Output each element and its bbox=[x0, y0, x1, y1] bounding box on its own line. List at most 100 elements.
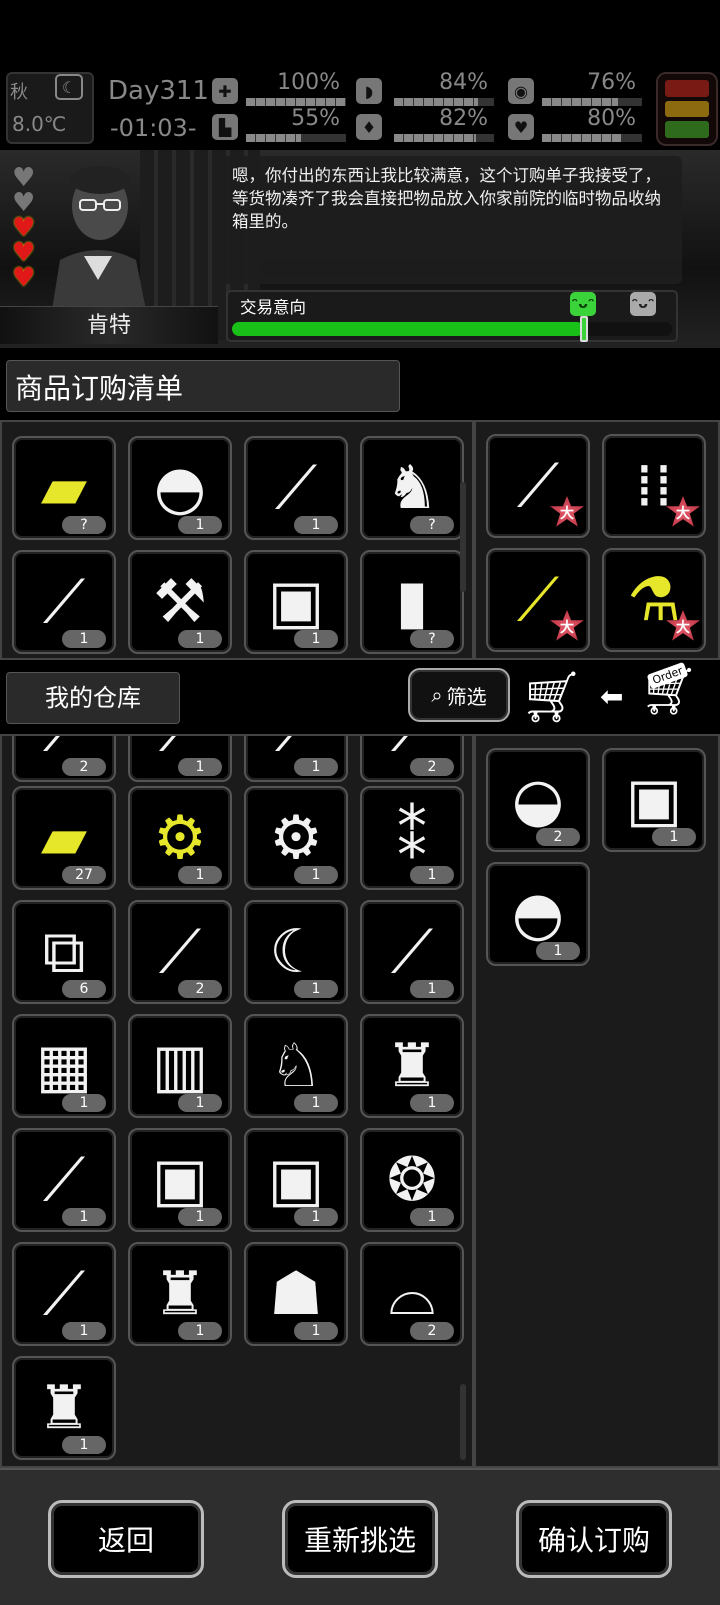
order-slot[interactable]: ⚒ 1 bbox=[128, 550, 232, 654]
selected-slot[interactable]: ▣ 1 bbox=[602, 748, 706, 852]
warehouse-slot[interactable]: ❂ 1 bbox=[360, 1128, 464, 1232]
order-slot[interactable]: ⚗ 大 bbox=[602, 548, 706, 652]
order-slot[interactable]: ▮? bbox=[360, 550, 464, 654]
order-left-scrollbar[interactable] bbox=[460, 482, 466, 592]
item-count: 1 bbox=[410, 980, 454, 998]
part-icon: ⟋ bbox=[391, 736, 433, 760]
warehouse-slot[interactable]: ▦ 1 bbox=[12, 1014, 116, 1118]
warehouse-slot[interactable]: ⟋1 bbox=[128, 736, 232, 782]
warehouse-slot[interactable]: ▥ 1 bbox=[128, 1014, 232, 1118]
selected-slot[interactable]: ◒ 2 bbox=[486, 748, 590, 852]
order-slot[interactable]: ⁞⁞ 大 bbox=[602, 434, 706, 538]
iron-icon: ◓ bbox=[153, 453, 207, 523]
warehouse-slot[interactable]: ♘ 1 bbox=[244, 1014, 348, 1118]
stat-stamina-value: 55% bbox=[291, 106, 340, 131]
hoodie-icon: ♜ bbox=[37, 1373, 91, 1443]
warehouse-slot[interactable]: ⟋1 bbox=[12, 1242, 116, 1346]
chainsaw-icon: ⟋ bbox=[391, 917, 433, 987]
item-count: 1 bbox=[178, 630, 222, 648]
order-slot[interactable]: ▣ 1 bbox=[244, 550, 348, 654]
warehouse-slot[interactable]: ⁑ 1 bbox=[360, 786, 464, 890]
order-slot[interactable]: ⟋ 1 bbox=[12, 550, 116, 654]
item-count: 1 bbox=[62, 1094, 106, 1112]
warehouse-slot[interactable]: ⟋1 bbox=[12, 1128, 116, 1232]
order-slot[interactable]: ▰? bbox=[12, 436, 116, 540]
warehouse-slot[interactable]: ⚙ 1 bbox=[244, 786, 348, 890]
stat-mood-value: 80% bbox=[587, 106, 636, 131]
danger-red-light bbox=[665, 80, 709, 97]
arrow-left-icon: ⬅ bbox=[600, 680, 624, 713]
npc-name: 肯特 bbox=[0, 306, 218, 344]
item-count: 1 bbox=[294, 516, 338, 534]
straw-hat-icon: ⌓ bbox=[388, 1259, 436, 1329]
back-button[interactable]: 返回 bbox=[48, 1500, 204, 1578]
order-slot[interactable]: ♞? bbox=[360, 436, 464, 540]
toolbox-icon: ⧉ bbox=[42, 917, 86, 987]
item-count: 1 bbox=[178, 1322, 222, 1340]
order-slot[interactable]: ⟋ 1 bbox=[244, 436, 348, 540]
warehouse-slot[interactable]: ⌓ 2 bbox=[360, 1242, 464, 1346]
stat-thirst-bar bbox=[394, 134, 494, 142]
danger-green-light bbox=[665, 121, 709, 139]
item-count: 1 bbox=[410, 866, 454, 884]
warehouse-scrollbar[interactable] bbox=[460, 1384, 466, 1460]
item-count: ? bbox=[410, 516, 454, 534]
search-icon: ⌕ bbox=[431, 683, 443, 707]
item-count: 1 bbox=[178, 1208, 222, 1226]
heart-full-icon: ♥ bbox=[12, 263, 36, 293]
warehouse-slot[interactable]: ▣ 1 bbox=[244, 1128, 348, 1232]
order-slot[interactable]: ⟋ 大 bbox=[486, 548, 590, 652]
tarp-icon: ▰ bbox=[40, 453, 88, 523]
warehouse-slot[interactable]: ☾ 1 bbox=[244, 900, 348, 1004]
ampoules-icon: ⁑ bbox=[397, 803, 427, 873]
cloak-icon: ☗ bbox=[269, 1259, 323, 1329]
warehouse-slot[interactable]: ⟋2 bbox=[128, 900, 232, 1004]
item-count: 1 bbox=[294, 1208, 338, 1226]
item-count: 2 bbox=[178, 980, 222, 998]
warehouse-slot[interactable]: ♜ 1 bbox=[128, 1242, 232, 1346]
pistol-icon: ⟋ bbox=[275, 736, 317, 760]
item-count: 1 bbox=[294, 866, 338, 884]
warehouse-slot[interactable]: ♜ 1 bbox=[12, 1356, 116, 1460]
medkit-icon: ✚ bbox=[212, 78, 238, 104]
selected-slot[interactable]: ◓ 1 bbox=[486, 862, 590, 966]
rabbit-icon: ♘ bbox=[269, 1031, 323, 1101]
warehouse-slot[interactable]: ⟋2 bbox=[12, 736, 116, 782]
moon-icon: ☾ bbox=[55, 74, 83, 100]
item-count: 1 bbox=[652, 828, 696, 846]
order-right-panel: ⟋ 大 ⁞⁞ 大 ⟋ 大 ⚗ 大 bbox=[474, 420, 720, 660]
reselect-button[interactable]: 重新挑选 bbox=[282, 1500, 438, 1578]
danger-yellow-light bbox=[665, 100, 709, 118]
warehouse-slot[interactable]: ⟋1 bbox=[360, 900, 464, 1004]
item-count: 1 bbox=[294, 980, 338, 998]
neutral-face-icon: ᵔᴗᵔ bbox=[630, 292, 656, 316]
temperature-label: 8.0℃ bbox=[12, 112, 67, 136]
warehouse-slot[interactable]: ⚙ 1 bbox=[128, 786, 232, 890]
item-count: 1 bbox=[294, 630, 338, 648]
stat-hunger-bar bbox=[394, 98, 494, 106]
filter-icon: ▥ bbox=[151, 1031, 209, 1101]
item-count: 1 bbox=[178, 866, 222, 884]
happy-face-icon: ᵔᴗᵔ bbox=[570, 292, 596, 316]
stat-stamina-fill bbox=[246, 134, 301, 142]
item-count: ? bbox=[410, 630, 454, 648]
warehouse-slot[interactable]: ☗ 1 bbox=[244, 1242, 348, 1346]
npc-affinity-hearts: ♥ ♥ ♥ ♥ ♥ bbox=[12, 165, 36, 293]
warehouse-slot[interactable]: ⧉ 6 bbox=[12, 900, 116, 1004]
warehouse-slot[interactable]: ⟋1 bbox=[244, 736, 348, 782]
stat-stamina-bar bbox=[246, 134, 346, 142]
tactical-helmet-icon: ◓ bbox=[511, 879, 565, 949]
filter-button[interactable]: ⌕ 筛选 bbox=[408, 668, 510, 722]
npc-portrait bbox=[52, 166, 146, 310]
order-list-title: 商品订购清单 bbox=[6, 360, 400, 412]
warehouse-slot[interactable]: ⟋2 bbox=[360, 736, 464, 782]
gun-icon: ⟋ bbox=[43, 736, 85, 760]
confirm-order-button[interactable]: 确认订购 bbox=[516, 1500, 672, 1578]
warehouse-slot[interactable]: ♜ 1 bbox=[360, 1014, 464, 1118]
item-count: 1 bbox=[62, 1436, 106, 1454]
order-slot[interactable]: ⟋ 大 bbox=[486, 434, 590, 538]
item-count: 1 bbox=[294, 1322, 338, 1340]
warehouse-slot[interactable]: ▰ 27 bbox=[12, 786, 116, 890]
warehouse-slot[interactable]: ▣ 1 bbox=[128, 1128, 232, 1232]
order-slot[interactable]: ◓ 1 bbox=[128, 436, 232, 540]
